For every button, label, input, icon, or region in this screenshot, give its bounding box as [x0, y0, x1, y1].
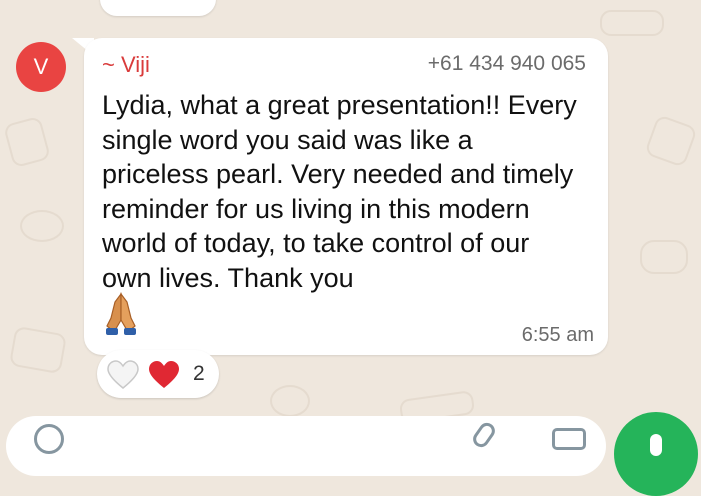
- background-doodle: [270, 385, 310, 417]
- background-doodle: [640, 240, 688, 274]
- background-doodle: [600, 10, 664, 36]
- background-doodle: [8, 325, 68, 375]
- red-heart-icon: [149, 361, 179, 388]
- sender-phone[interactable]: +61 434 940 065: [428, 52, 586, 76]
- message-timestamp: 6:55 am: [521, 324, 594, 346]
- reaction-count: 2: [193, 362, 205, 385]
- message-text: Lydia, what a great presentation!! Every…: [102, 90, 577, 293]
- message-composer[interactable]: [6, 416, 606, 476]
- sender-name[interactable]: ~ Viji: [102, 52, 150, 78]
- message-bubble[interactable]: ~ Viji +61 434 940 065 Lydia, what a gre…: [84, 38, 608, 355]
- avatar-letter: V: [33, 54, 49, 79]
- mic-icon: [650, 434, 662, 456]
- white-heart-icon: [107, 360, 139, 389]
- background-doodle: [2, 115, 52, 169]
- folded-hands-emoji-icon: [106, 292, 136, 335]
- mic-button[interactable]: [614, 412, 698, 496]
- sender-avatar[interactable]: V: [16, 42, 66, 92]
- message-reactions[interactable]: 2: [97, 350, 219, 398]
- background-doodle: [20, 210, 64, 242]
- emoji-icon[interactable]: [34, 424, 64, 454]
- previous-message-reactions[interactable]: [100, 0, 216, 16]
- attach-icon[interactable]: [469, 419, 499, 451]
- background-doodle: [644, 114, 698, 168]
